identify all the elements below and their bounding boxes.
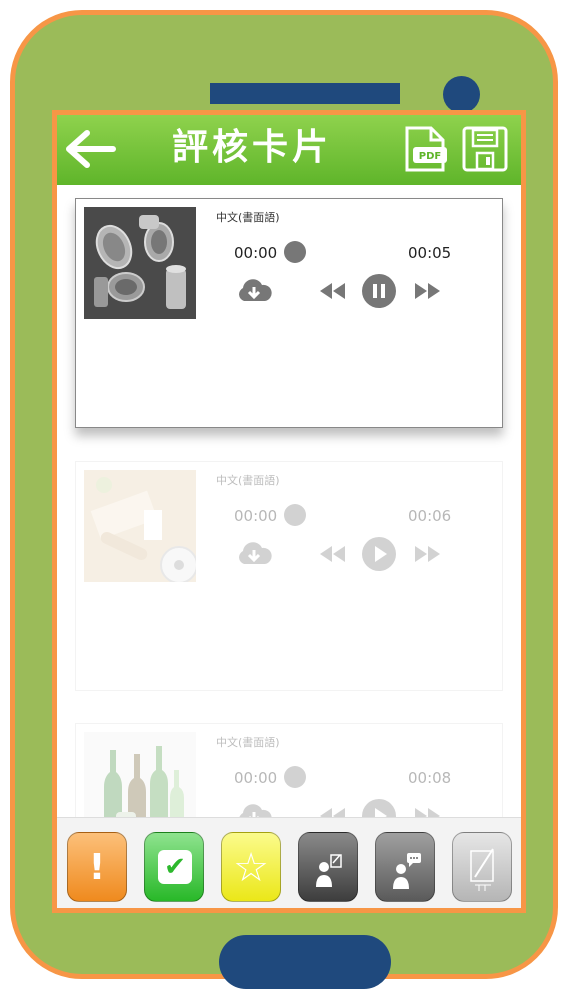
app-header: 評核卡片 PDF <box>57 115 521 185</box>
play-icon[interactable] <box>362 537 396 571</box>
check-icon: ✔ <box>164 852 186 882</box>
current-time: 00:00 <box>234 769 278 787</box>
total-time: 00:08 <box>408 769 452 787</box>
tin-cans-photo <box>84 207 196 319</box>
fast-forward-icon[interactable] <box>414 806 442 817</box>
fast-forward-icon[interactable] <box>414 544 442 564</box>
current-time: 00:00 <box>234 507 278 525</box>
total-time: 00:06 <box>408 507 452 525</box>
play-icon[interactable] <box>362 799 396 817</box>
exclamation-icon: ! <box>88 847 106 888</box>
cloud-download-icon[interactable] <box>236 540 272 566</box>
warning-button[interactable]: ! <box>67 832 127 902</box>
progress-knob[interactable] <box>284 504 306 526</box>
cloud-download-icon[interactable] <box>236 277 272 303</box>
teacher-note-button[interactable] <box>298 832 358 902</box>
pen-sign-icon <box>470 848 494 891</box>
correct-button[interactable]: ✔ <box>144 832 204 902</box>
app-screen: 評核卡片 PDF 中文(書面語) 00:00 00:05 中文(書面語) 00:… <box>52 110 526 913</box>
star-person-icon: ☆ <box>233 845 269 891</box>
progress-knob[interactable] <box>284 241 306 263</box>
language-label: 中文(書面語) <box>216 211 280 224</box>
language-label: 中文(書面語) <box>216 736 280 749</box>
phone-camera <box>443 76 480 113</box>
arrow-left-icon[interactable] <box>65 129 117 169</box>
home-button[interactable] <box>219 935 391 989</box>
progress-knob[interactable] <box>284 766 306 788</box>
person-note-icon <box>316 854 342 887</box>
page-title: 評核卡片 <box>172 127 333 168</box>
audio-card[interactable]: 中文(書面語) 00:00 00:05 <box>75 198 503 428</box>
audio-card[interactable]: 中文(書面語) 00:00 00:06 <box>75 461 503 691</box>
pause-icon[interactable] <box>362 274 396 308</box>
current-time: 00:00 <box>234 244 278 262</box>
pdf-label: PDF <box>419 151 441 162</box>
paper-rolls-photo <box>84 470 196 582</box>
cloud-download-icon[interactable] <box>236 802 272 817</box>
card-list: 中文(書面語) 00:00 00:05 中文(書面語) 00:00 00:06 … <box>57 185 521 817</box>
phone-speaker <box>210 83 400 104</box>
star-button[interactable]: ☆ <box>221 832 281 902</box>
sign-button[interactable] <box>452 832 512 902</box>
fast-forward-icon[interactable] <box>414 281 442 301</box>
person-speech-icon <box>393 853 421 889</box>
rewind-icon[interactable] <box>318 806 346 817</box>
speech-button[interactable] <box>375 832 435 902</box>
language-label: 中文(書面語) <box>216 474 280 487</box>
glass-bottles-photo <box>84 732 196 817</box>
audio-card[interactable]: 中文(書面語) 00:00 00:08 <box>75 723 503 817</box>
total-time: 00:05 <box>408 244 452 262</box>
rewind-icon[interactable] <box>318 544 346 564</box>
rewind-icon[interactable] <box>318 281 346 301</box>
pdf-icon[interactable]: PDF <box>403 125 449 173</box>
evaluation-toolbar: ! ✔ ☆ <box>57 817 521 908</box>
save-icon[interactable] <box>461 125 509 173</box>
